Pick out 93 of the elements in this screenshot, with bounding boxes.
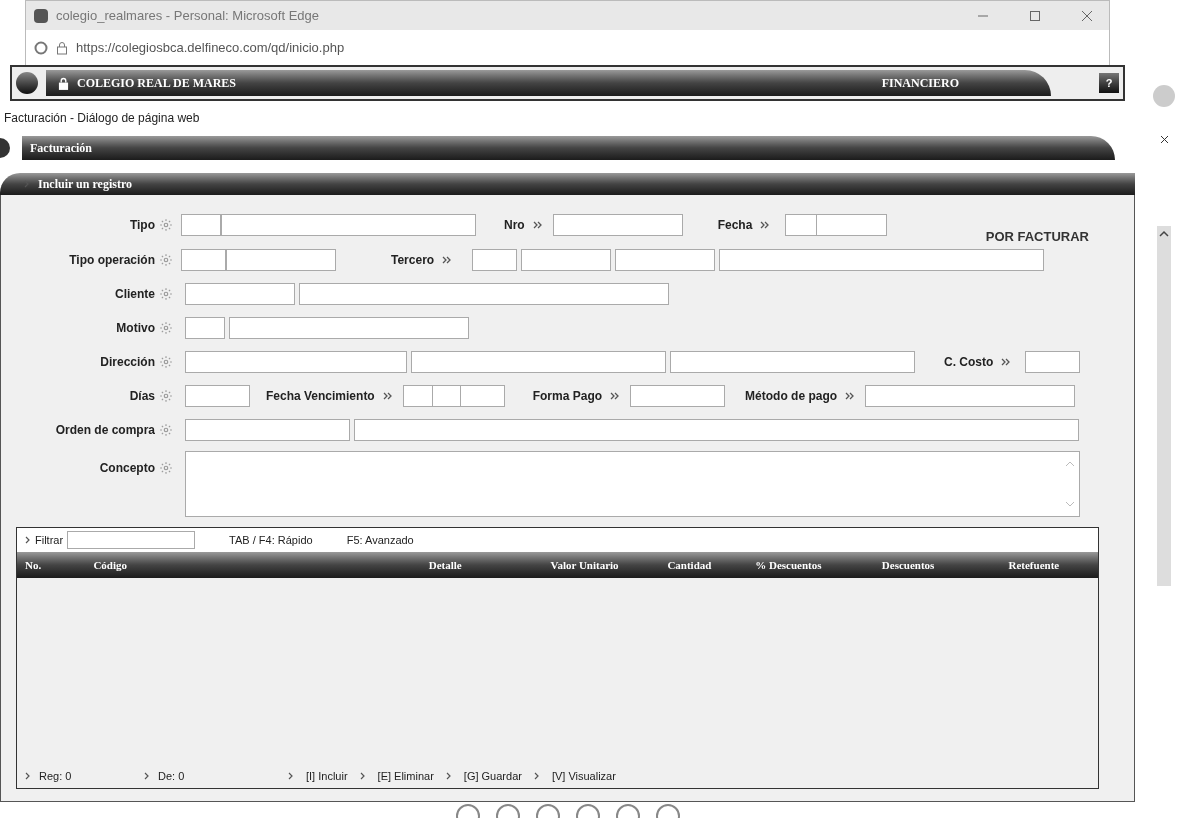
double-chevron-icon: [532, 221, 543, 229]
column-header: Retefuente: [1007, 557, 1061, 573]
gear-icon[interactable]: [159, 253, 173, 267]
field-label: Tipo operación: [69, 252, 155, 269]
shortcut-hint: TAB / F4: Rápido: [229, 532, 313, 548]
status-label: POR FACTURAR: [985, 228, 1089, 246]
input-field[interactable]: [521, 249, 612, 271]
double-chevron-icon: [610, 392, 621, 400]
input-field[interactable]: [354, 419, 1079, 441]
input-field[interactable]: [181, 249, 226, 271]
gear-icon[interactable]: [159, 461, 173, 475]
record-counter: De: 0: [158, 768, 185, 784]
column-header: Código: [92, 557, 129, 573]
input-field[interactable]: [185, 419, 350, 441]
maximize-icon[interactable]: [1029, 9, 1041, 22]
dialog-title: Facturación - Diálogo de página web: [4, 110, 201, 127]
gear-icon[interactable]: [159, 423, 173, 437]
shortcut-hint: F5: Avanzado: [346, 532, 414, 548]
input-field[interactable]: [185, 385, 250, 407]
lock-icon: [58, 76, 69, 90]
input-field[interactable]: [411, 351, 666, 373]
section-title: Facturación: [30, 140, 92, 157]
column-header: Cantidad: [666, 557, 713, 573]
column-header: No.: [24, 557, 43, 573]
school-name: COLEGIO REAL DE MARES: [77, 75, 238, 92]
browser-logo-icon: [34, 40, 48, 55]
input-field[interactable]: [185, 317, 225, 339]
input-field[interactable]: [185, 351, 407, 373]
input-field[interactable]: [229, 317, 469, 339]
input-field[interactable]: [719, 249, 1045, 271]
close-icon[interactable]: [1159, 135, 1169, 144]
logo-icon: [16, 72, 38, 94]
gear-icon[interactable]: [159, 287, 173, 301]
input-field[interactable]: [472, 249, 518, 271]
browser-logo-icon: [34, 8, 48, 23]
module-name: FINANCIERO: [881, 75, 959, 92]
double-chevron-icon: [442, 256, 453, 264]
input-field[interactable]: [630, 385, 726, 407]
logo-icon: [0, 138, 10, 158]
field-label: Orden de compra: [55, 422, 155, 439]
date-field[interactable]: [785, 214, 888, 236]
action-link[interactable]: [I] Incluir: [306, 767, 348, 785]
input-field[interactable]: [185, 283, 295, 305]
field-label: Dirección: [100, 354, 155, 371]
subsection-title: Incluir un registro: [38, 176, 132, 193]
gear-icon[interactable]: [159, 218, 173, 232]
scroll-up-icon[interactable]: [1065, 460, 1075, 468]
action-link[interactable]: [G] Guardar: [463, 767, 522, 785]
input-field[interactable]: [181, 214, 221, 236]
column-header: % Descuentos: [754, 557, 823, 573]
field-label: Concepto: [99, 460, 155, 477]
action-link[interactable]: [E] Eliminar: [377, 767, 434, 785]
input-field[interactable]: [221, 214, 476, 236]
filter-label: Filtrar: [35, 532, 64, 548]
window-title: colegio_realmares - Personal: Microsoft Edge: [56, 6, 320, 25]
column-header: Detalle: [427, 557, 463, 573]
double-chevron-icon: [760, 221, 771, 229]
input-field[interactable]: [615, 249, 716, 271]
field-label: Tercero: [391, 252, 435, 269]
input-field[interactable]: [865, 385, 1076, 407]
input-field[interactable]: [1025, 351, 1081, 373]
double-chevron-icon: [845, 392, 856, 400]
lock-icon: [56, 40, 68, 55]
record-counter: Reg: 0: [39, 768, 72, 784]
column-header: Valor Unitario: [549, 557, 620, 573]
field-label: Cliente: [115, 286, 155, 303]
avatar-icon: [1153, 85, 1175, 107]
input-field[interactable]: [299, 283, 669, 305]
input-field[interactable]: [670, 351, 915, 373]
field-label: Nro: [504, 217, 525, 234]
address-bar[interactable]: https://colegiosbca.delfineco.com/qd/inicio.php: [76, 37, 345, 58]
scroll-down-icon[interactable]: [1065, 500, 1075, 508]
double-chevron-icon: [382, 392, 393, 400]
gear-icon[interactable]: [159, 321, 173, 335]
gear-icon[interactable]: [159, 355, 173, 369]
input-field[interactable]: [226, 249, 336, 271]
date-field[interactable]: [402, 385, 505, 407]
input-field[interactable]: [67, 531, 196, 549]
double-chevron-icon: [1001, 358, 1012, 366]
column-header: Descuentos: [880, 557, 936, 573]
field-label: Tipo: [129, 217, 155, 234]
input-field[interactable]: [552, 214, 683, 236]
field-label: Fecha Vencimiento: [266, 388, 375, 405]
action-link[interactable]: [V] Visualizar: [551, 767, 616, 785]
gear-icon[interactable]: [159, 389, 173, 403]
field-label: Motivo: [116, 320, 155, 337]
field-label: Días: [129, 388, 155, 405]
text-area[interactable]: [185, 451, 1080, 517]
field-label: Método de pago: [745, 388, 838, 405]
field-label: C. Costo: [944, 354, 994, 371]
help-button[interactable]: ?: [1099, 73, 1119, 93]
field-label: Forma Pago: [532, 388, 603, 405]
field-label: Fecha: [717, 217, 753, 234]
